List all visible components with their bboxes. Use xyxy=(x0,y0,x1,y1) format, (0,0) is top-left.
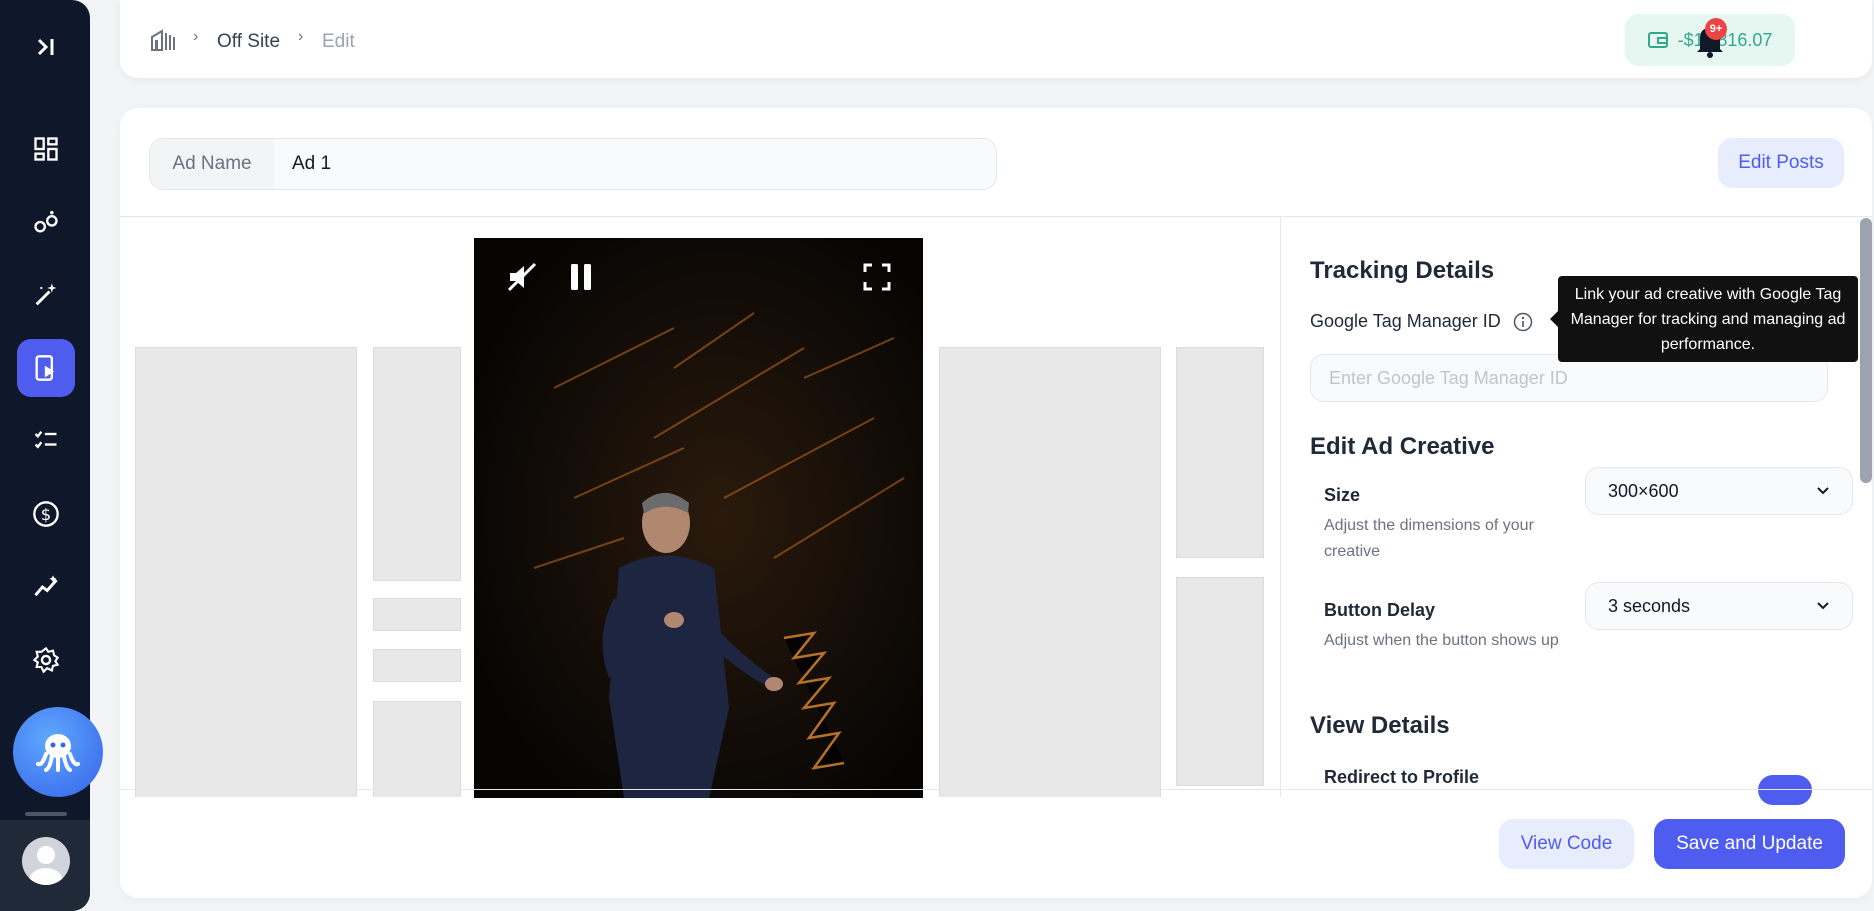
video-frame xyxy=(474,238,923,798)
save-and-update-button[interactable]: Save and Update xyxy=(1654,819,1845,869)
top-bar: › Off Site › Edit -$11,816.07 xyxy=(120,0,1872,78)
chevron-down-icon xyxy=(1817,602,1829,610)
ad-name-label: Ad Name xyxy=(150,139,274,189)
placeholder-block xyxy=(373,347,461,581)
placeholder-block xyxy=(373,649,461,682)
muted-speaker-icon[interactable] xyxy=(502,257,542,297)
fullscreen-icon[interactable] xyxy=(857,257,897,297)
svg-text:$: $ xyxy=(41,505,51,524)
chevron-down-icon xyxy=(1817,487,1829,495)
placeholder-block xyxy=(135,347,357,797)
size-value: 300×600 xyxy=(1608,480,1679,501)
redirect-label: Redirect to Profile xyxy=(1324,767,1480,787)
placeholder-block xyxy=(373,598,461,631)
placeholder-block xyxy=(373,701,461,797)
view-code-button[interactable]: View Code xyxy=(1499,819,1634,869)
network-icon[interactable] xyxy=(17,193,75,251)
size-select[interactable]: 300×600 xyxy=(1585,467,1853,515)
view-details-title: View Details xyxy=(1310,712,1450,739)
button-delay-select[interactable]: 3 seconds xyxy=(1585,582,1853,630)
ad-name-input[interactable] xyxy=(274,139,996,189)
placeholder-block xyxy=(1176,347,1264,558)
dollar-icon[interactable]: $ xyxy=(17,485,75,543)
avatar[interactable] xyxy=(22,837,70,885)
octopus-assistant-icon[interactable] xyxy=(13,707,103,797)
ad-name-field: Ad Name xyxy=(149,138,997,190)
wallet-icon xyxy=(1647,32,1668,48)
gtm-label: Google Tag Manager ID xyxy=(1310,311,1501,331)
gtm-tooltip: Link your ad creative with Google Tag Ma… xyxy=(1550,276,1858,362)
ad-play-icon[interactable] xyxy=(17,339,75,397)
placeholder-block xyxy=(1176,577,1264,786)
notification-badge: 9+ xyxy=(1705,18,1727,40)
edit-posts-button[interactable]: Edit Posts xyxy=(1718,138,1844,188)
size-label: Size xyxy=(1324,485,1361,505)
breadcrumb-edit: Edit xyxy=(322,31,355,52)
size-description: Adjust the dimensions of your creative xyxy=(1324,517,1534,560)
expand-sidebar-icon[interactable] xyxy=(28,34,64,64)
placeholder-block xyxy=(939,347,1161,797)
magic-wand-icon[interactable] xyxy=(17,266,75,324)
button-delay-description: Adjust when the button shows up xyxy=(1324,632,1559,649)
footer-divider xyxy=(120,789,1872,790)
button-delay-label: Button Delay xyxy=(1324,600,1436,620)
dashboard-icon[interactable] xyxy=(17,120,75,178)
building-icon[interactable] xyxy=(150,28,178,52)
video-player[interactable] xyxy=(474,238,923,798)
sidebar: $ xyxy=(0,0,103,911)
breadcrumb-off-site[interactable]: Off Site xyxy=(217,31,280,53)
edit-creative-title: Edit Ad Creative xyxy=(1310,433,1495,460)
scrollbar[interactable] xyxy=(1860,218,1872,483)
user-section xyxy=(0,820,90,911)
sidebar-divider xyxy=(25,812,67,816)
pause-icon[interactable] xyxy=(561,257,601,297)
analytics-icon[interactable] xyxy=(17,558,75,616)
info-icon[interactable] xyxy=(1513,312,1533,332)
button-delay-value: 3 seconds xyxy=(1608,595,1691,616)
chevron-right-icon: › xyxy=(298,28,304,45)
checklist-icon[interactable] xyxy=(17,412,75,470)
main-card: Ad Name Edit Posts xyxy=(120,108,1872,898)
redirect-toggle[interactable] xyxy=(1758,775,1812,805)
gear-icon[interactable] xyxy=(17,631,75,689)
tracking-title: Tracking Details xyxy=(1310,257,1495,284)
chevron-right-icon: › xyxy=(193,28,199,45)
